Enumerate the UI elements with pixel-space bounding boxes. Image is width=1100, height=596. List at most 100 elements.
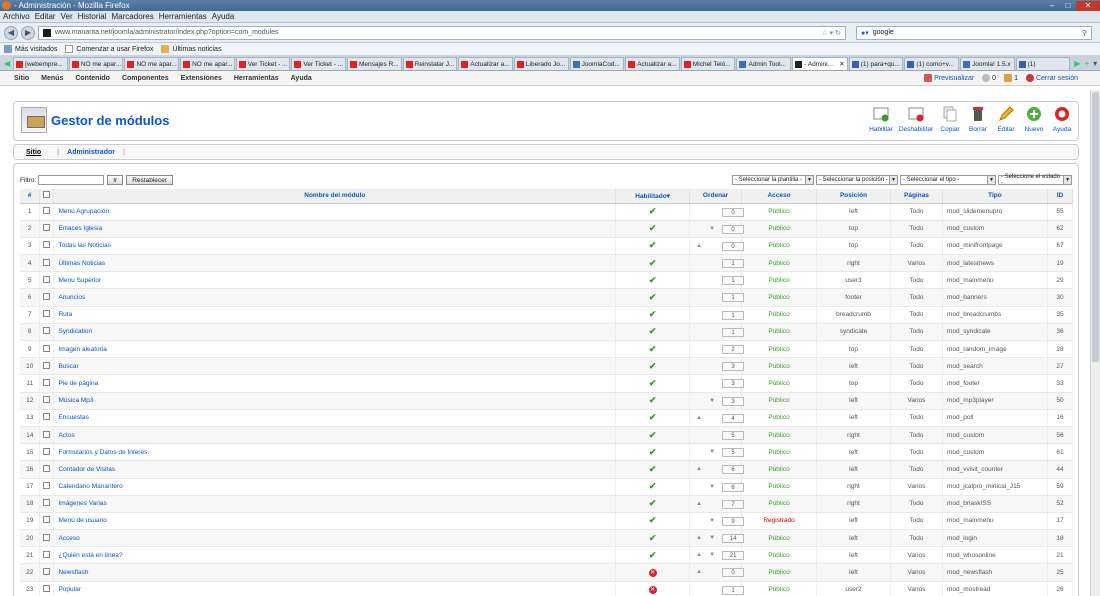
browser-tab[interactable]: Ver Ticket - ... — [291, 57, 346, 70]
order-input[interactable]: 1 — [722, 327, 745, 337]
module-name-link[interactable]: Menu Superior — [58, 277, 101, 284]
access-link[interactable]: Público — [768, 432, 789, 439]
row-checkbox[interactable] — [43, 550, 51, 558]
edit-button[interactable]: Editar — [992, 106, 1020, 133]
tab-administrator[interactable]: Administrador — [67, 149, 115, 156]
row-checkbox[interactable] — [43, 585, 51, 593]
col-id[interactable]: ID — [1047, 189, 1074, 204]
menu-6[interactable]: Ayuda — [212, 12, 235, 21]
order-input[interactable]: 0 — [722, 207, 745, 217]
type-select[interactable]: - Seleccionar el tipo - ▼ — [900, 175, 996, 185]
admin-menu-item[interactable]: Ayuda — [291, 75, 312, 82]
template-select[interactable]: - Seleccionar la plantilla - ▼ — [732, 175, 814, 185]
col-position[interactable]: Posición — [816, 189, 891, 204]
browser-tab[interactable]: JoomlaCod... — [569, 57, 625, 70]
menu-2[interactable]: Ver — [61, 12, 73, 21]
enabled-check-icon[interactable]: ✔ — [649, 550, 657, 560]
enabled-check-icon[interactable]: ✔ — [649, 206, 657, 216]
module-name-link[interactable]: Menú Agrupación — [58, 208, 109, 215]
order-input[interactable]: 1 — [722, 293, 745, 303]
access-link[interactable]: Público — [768, 225, 789, 232]
browser-tab[interactable]: Michel Teló... — [680, 57, 736, 70]
tabs-scroll-right-icon[interactable]: ▶ — [1074, 59, 1080, 68]
move-up-icon[interactable]: ▲ — [696, 535, 702, 541]
module-name-link[interactable]: Contador de Visitas — [58, 466, 115, 473]
move-up-icon[interactable]: ▲ — [696, 415, 702, 421]
row-checkbox[interactable] — [43, 293, 51, 301]
enabled-check-icon[interactable]: ✔ — [649, 240, 657, 250]
move-down-icon[interactable]: ▼ — [709, 484, 715, 490]
browser-tab[interactable]: (1) como+v... — [904, 57, 959, 70]
module-name-link[interactable]: Anuncios — [58, 294, 85, 301]
tab-site[interactable]: Sitio — [26, 149, 41, 156]
col-pages[interactable]: Páginas — [890, 189, 943, 204]
filter-input[interactable] — [38, 175, 105, 185]
row-checkbox[interactable] — [43, 533, 51, 541]
access-link[interactable]: Público — [768, 311, 789, 318]
close-tab-icon[interactable]: ✕ — [839, 60, 844, 68]
access-link[interactable]: Público — [768, 363, 789, 370]
row-checkbox[interactable] — [43, 207, 51, 215]
browser-tab[interactable]: Actualizar a... — [625, 57, 680, 70]
page-scrollbar[interactable] — [1090, 90, 1100, 596]
access-link[interactable]: Público — [768, 277, 789, 284]
admin-menu-item[interactable]: Extensiones — [181, 75, 222, 82]
row-checkbox[interactable] — [43, 275, 51, 283]
admin-menu-item[interactable]: Menús — [41, 75, 63, 82]
admin-menu-item[interactable]: Sitio — [14, 75, 29, 82]
move-up-icon[interactable]: ▲ — [696, 243, 702, 249]
menu-0[interactable]: Archivo — [3, 12, 30, 21]
reset-button[interactable]: Restablecer — [126, 175, 173, 185]
module-name-link[interactable]: Acceso — [58, 535, 79, 542]
browser-tab[interactable]: NO me apar... — [180, 57, 235, 70]
admin-menu-item[interactable]: Contenido — [75, 75, 110, 82]
module-name-link[interactable]: Popular — [58, 586, 80, 593]
browser-tab[interactable]: (1) — [1015, 57, 1071, 70]
enabled-check-icon[interactable]: ✔ — [649, 326, 657, 336]
col-access[interactable]: Acceso — [741, 189, 818, 204]
move-down-icon[interactable]: ▼ — [709, 535, 715, 541]
enabled-check-icon[interactable]: ✔ — [649, 464, 657, 474]
browser-tab[interactable]: NO me apar... — [68, 57, 124, 70]
access-link[interactable]: Público — [768, 535, 789, 542]
col-order[interactable]: Ordenar — [689, 189, 743, 204]
order-input[interactable]: 5 — [722, 430, 745, 440]
bookmark-getting-started[interactable]: Comenzar a usar Firefox — [65, 45, 153, 53]
move-down-icon[interactable]: ▼ — [709, 398, 715, 404]
tabs-scroll-left-icon[interactable]: ◀ — [4, 59, 10, 68]
order-input[interactable]: 0 — [722, 224, 745, 234]
access-link[interactable]: Público — [768, 242, 789, 249]
access-link[interactable]: Público — [768, 397, 789, 404]
delete-button[interactable]: Borrar — [964, 106, 992, 133]
go-button[interactable]: Ir — [107, 175, 124, 185]
new-tab-icon[interactable]: + — [1084, 59, 1089, 68]
copy-button[interactable]: Copiar — [936, 106, 964, 133]
enabled-check-icon[interactable]: ✔ — [649, 395, 657, 405]
search-box[interactable]: ●▾ google ⚲ — [856, 25, 1092, 40]
enabled-check-icon[interactable]: ✔ — [649, 275, 657, 285]
order-input[interactable]: 14 — [722, 534, 745, 544]
bookmark-star-icon[interactable]: ☆ ▾ ↻ — [821, 29, 841, 37]
order-input[interactable]: 1 — [722, 585, 745, 595]
order-input[interactable]: 0 — [722, 241, 745, 251]
row-checkbox[interactable] — [43, 499, 51, 507]
maximize-button[interactable]: □ — [1060, 1, 1076, 11]
move-down-icon[interactable]: ▼ — [709, 518, 715, 524]
module-name-link[interactable]: Calendario Manantero — [58, 483, 122, 490]
row-checkbox[interactable] — [43, 378, 51, 386]
module-name-link[interactable]: Todas las Noticias — [58, 242, 110, 249]
forward-button[interactable]: ▶ — [21, 25, 35, 40]
minimize-button[interactable]: – — [1044, 1, 1060, 11]
row-checkbox[interactable] — [43, 482, 51, 490]
access-link[interactable]: Público — [768, 552, 789, 559]
search-engine-icon[interactable]: ●▾ — [861, 29, 869, 37]
module-name-link[interactable]: Menú de usuario — [58, 517, 106, 524]
bookmark-latest-news[interactable]: Últimas noticias — [161, 45, 221, 53]
browser-tab[interactable]: Actualizar a... — [458, 57, 513, 70]
bookmark-most-visited[interactable]: Más visitados — [4, 45, 57, 53]
menu-3[interactable]: Historial — [78, 12, 107, 21]
access-link[interactable]: Público — [768, 208, 789, 215]
access-link[interactable]: Público — [768, 500, 789, 507]
enabled-check-icon[interactable]: ✔ — [649, 430, 657, 440]
order-input[interactable]: 1 — [722, 259, 745, 269]
